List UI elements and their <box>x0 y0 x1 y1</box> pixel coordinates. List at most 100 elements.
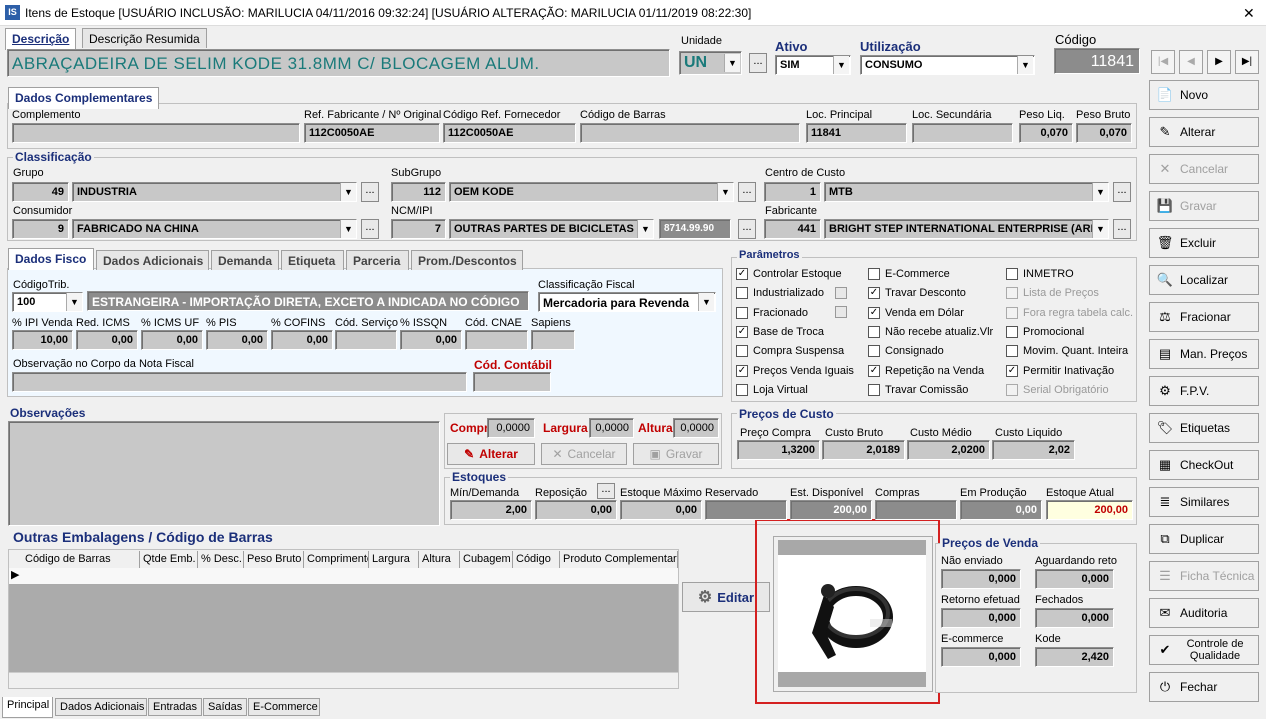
grid-column-header[interactable]: Produto Complementar <box>560 551 678 568</box>
grupo-code[interactable]: 49 <box>12 182 69 202</box>
venda-field[interactable]: 0,000 <box>941 647 1021 667</box>
grupo-select[interactable]: INDUSTRIA <box>72 182 357 202</box>
bottom-tab[interactable]: Saídas <box>203 698 247 716</box>
custo-field[interactable]: 2,0189 <box>822 440 905 460</box>
observacoes-textarea[interactable] <box>8 421 440 526</box>
reposicao-dots-button[interactable]: ... <box>597 483 615 499</box>
largura-field[interactable]: 0,0000 <box>589 418 634 438</box>
estoque-field[interactable] <box>705 500 787 520</box>
sidebar-button[interactable]: ⧉ Duplicar <box>1149 524 1259 554</box>
chevron-down-icon[interactable]: ▼ <box>66 293 82 311</box>
grid-column-header[interactable]: Cubagem <box>460 551 513 568</box>
obs-nf-field[interactable] <box>12 372 467 392</box>
sidebar-button[interactable]: 🏷 Etiquetas <box>1149 413 1259 443</box>
dims-gravar-button[interactable]: ▣ Gravar <box>633 443 719 465</box>
consumidor-code[interactable]: 9 <box>12 219 69 239</box>
grid-column-header[interactable]: Código de Barras <box>22 551 140 568</box>
parametro-checkbox[interactable]: ✓ Permitir Inativação <box>1006 364 1114 377</box>
fisco-field[interactable]: 0,00 <box>206 330 268 350</box>
sidebar-button[interactable]: 🔍 Localizar <box>1149 265 1259 295</box>
chevron-down-icon[interactable]: ▼ <box>637 220 653 238</box>
sidebar-button[interactable]: ≣ Similares <box>1149 487 1259 517</box>
parametro-checkbox[interactable]: Compra Suspensa <box>736 345 844 358</box>
dims-cancelar-button[interactable]: ✕ Cancelar <box>541 443 627 465</box>
cc-dots-button[interactable]: ... <box>1113 182 1131 202</box>
tab-descricao[interactable]: Descrição <box>5 28 77 50</box>
grid-column-header[interactable]: Código <box>513 551 560 568</box>
parametro-checkbox[interactable]: Movim. Quant. Inteira <box>1006 345 1128 358</box>
dims-alterar-button[interactable]: ✎ Alterar <box>447 443 535 465</box>
bottom-tab[interactable]: E-Commerce <box>248 698 320 716</box>
bottom-tab[interactable]: Entradas <box>148 698 202 716</box>
venda-field[interactable]: 0,000 <box>941 569 1021 589</box>
prev-record-button[interactable]: ◀ <box>1179 50 1203 74</box>
cc-select[interactable]: MTB <box>824 182 1109 202</box>
chevron-down-icon[interactable]: ▼ <box>1092 220 1108 238</box>
fabricante-select[interactable]: BRIGHT STEP INTERNATIONAL ENTERPRISE (AR… <box>824 219 1109 239</box>
grid-column-header[interactable]: Altura <box>419 551 460 568</box>
codigo-field[interactable]: 11841 <box>1054 48 1140 74</box>
parametro-checkbox[interactable]: ✓ Base de Troca <box>736 325 824 338</box>
fabricante-dots-button[interactable]: ... <box>1113 219 1131 239</box>
fisco-tab[interactable]: Dados Fisco <box>8 248 94 270</box>
complementares-field[interactable] <box>580 123 800 143</box>
parametro-checkbox[interactable]: Serial Obrigatório <box>1006 383 1109 396</box>
fisco-field[interactable]: 0,00 <box>141 330 203 350</box>
chevron-down-icon[interactable]: ▼ <box>340 220 356 238</box>
fisco-tab[interactable]: Etiqueta <box>281 250 344 270</box>
complementares-field[interactable]: 112C0050AE <box>304 123 440 143</box>
contabil-field[interactable] <box>473 372 551 392</box>
fisco-field[interactable]: 0,00 <box>271 330 333 350</box>
subgrupo-select[interactable]: OEM KODE <box>449 182 734 202</box>
chevron-down-icon[interactable]: ▼ <box>717 183 733 201</box>
fisco-field[interactable]: 0,00 <box>76 330 138 350</box>
parametro-checkbox[interactable]: INMETRO <box>1006 268 1074 280</box>
parametro-checkbox[interactable]: Industrializado <box>736 287 824 300</box>
parametro-checkbox[interactable]: Consignado <box>868 345 944 358</box>
estoque-field[interactable]: 200,00 <box>1046 500 1133 520</box>
consumidor-select[interactable]: FABRICADO NA CHINA <box>72 219 357 239</box>
venda-field[interactable]: 0,000 <box>1035 608 1114 628</box>
venda-field[interactable]: 2,420 <box>1035 647 1114 667</box>
bottom-tab[interactable]: Principal <box>2 697 53 718</box>
fabricante-code[interactable]: 441 <box>764 219 821 239</box>
parametro-checkbox[interactable]: ✓ Repetição na Venda <box>868 364 984 377</box>
sidebar-button[interactable]: ▦ CheckOut <box>1149 450 1259 480</box>
complementares-field[interactable]: 0,070 <box>1019 123 1073 143</box>
venda-field[interactable]: 0,000 <box>1035 569 1114 589</box>
sidebar-button[interactable]: ▤ Man. Preços <box>1149 339 1259 369</box>
sidebar-button[interactable]: ⏻ Fechar <box>1149 672 1259 702</box>
last-record-button[interactable]: ▶| <box>1235 50 1259 74</box>
tab-descricao-resumida[interactable]: Descrição Resumida <box>82 28 207 48</box>
complementares-field[interactable]: 11841 <box>806 123 907 143</box>
industrializado-mini-button[interactable] <box>835 287 847 299</box>
parametro-checkbox[interactable]: ✓ Travar Desconto <box>868 287 966 300</box>
description-input[interactable]: ABRAÇADEIRA DE SELIM KODE 31.8MM C/ BLOC… <box>7 49 670 77</box>
complementares-field[interactable] <box>12 123 300 143</box>
fisco-tab[interactable]: Prom./Descontos <box>411 250 523 270</box>
fracionado-mini-button[interactable] <box>835 306 847 318</box>
parametro-checkbox[interactable]: Travar Comissão <box>868 383 968 396</box>
estoque-field[interactable]: 2,00 <box>450 500 532 520</box>
estoque-field[interactable] <box>875 500 957 520</box>
parametro-checkbox[interactable]: Promocional <box>1006 325 1084 338</box>
sidebar-button[interactable]: ✕ Cancelar <box>1149 154 1259 184</box>
utilizacao-select[interactable]: CONSUMO <box>860 55 1035 75</box>
compr-field[interactable]: 0,0000 <box>487 418 535 438</box>
fisco-field[interactable] <box>335 330 397 350</box>
sidebar-button[interactable]: ⚖ Fracionar <box>1149 302 1259 332</box>
sidebar-button[interactable]: ✔ Controle de Qualidade <box>1149 635 1259 665</box>
grid-column-header[interactable]: Largura <box>369 551 419 568</box>
fisco-field[interactable] <box>531 330 575 350</box>
first-record-button[interactable]: |◀ <box>1151 50 1175 74</box>
ncm-code[interactable]: 7 <box>391 219 446 239</box>
fisco-field[interactable] <box>465 330 528 350</box>
chevron-down-icon[interactable]: ▼ <box>724 54 740 72</box>
venda-field[interactable]: 0,000 <box>941 608 1021 628</box>
grupo-dots-button[interactable]: ... <box>361 182 379 202</box>
cc-code[interactable]: 1 <box>764 182 821 202</box>
sidebar-button[interactable]: 🗑 Excluir <box>1149 228 1259 258</box>
sidebar-button[interactable]: 💾 Gravar <box>1149 191 1259 221</box>
parametro-checkbox[interactable]: Fracionado <box>736 306 808 319</box>
chevron-down-icon[interactable]: ▼ <box>833 56 849 74</box>
